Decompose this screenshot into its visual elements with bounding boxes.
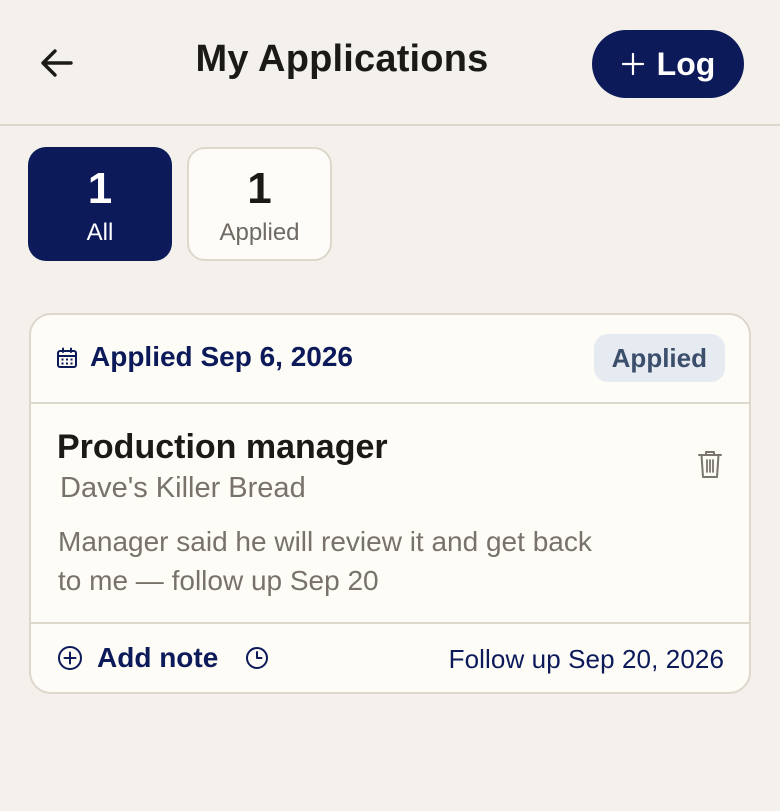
log-button[interactable]: Log	[592, 30, 744, 98]
plus-icon	[621, 52, 644, 76]
add-note-label: Add note	[97, 642, 219, 673]
job-title: Production manager	[57, 428, 388, 466]
follow-up-date: Follow up Sep 20, 2026	[448, 644, 724, 674]
page-title: My Applications	[195, 38, 489, 80]
card-body: Production manager Dave's Killer Bread M…	[31, 404, 749, 624]
clock-icon[interactable]	[245, 646, 269, 670]
card-header: Applied Sep 6, 2026 Applied	[31, 315, 749, 404]
filter-applied[interactable]: 1 Applied	[187, 147, 332, 261]
trash-icon[interactable]	[697, 449, 723, 479]
company-name: Dave's Killer Bread	[60, 472, 306, 504]
card-footer: Add note Follow up Sep 20, 2026	[31, 624, 749, 692]
application-note: Manager said he will review it and get b…	[58, 526, 592, 596]
log-button-label: Log	[656, 45, 716, 82]
application-card: Applied Sep 6, 2026 Applied Production m…	[29, 313, 751, 694]
status-badge: Applied	[593, 334, 725, 382]
app-header: My Applications Log	[0, 0, 780, 126]
filter-count: 1	[87, 164, 113, 213]
filter-label: Applied	[219, 219, 300, 246]
applied-date: Applied Sep 6, 2026	[90, 341, 353, 372]
status-filters: 1 All 1 Applied	[28, 147, 332, 261]
calendar-icon	[57, 347, 77, 368]
filter-count: 1	[247, 164, 272, 213]
add-note-button[interactable]: Add note	[57, 642, 218, 674]
filter-all[interactable]: 1 All	[28, 147, 172, 261]
plus-circle-icon	[58, 646, 82, 670]
filter-label: All	[86, 219, 114, 246]
